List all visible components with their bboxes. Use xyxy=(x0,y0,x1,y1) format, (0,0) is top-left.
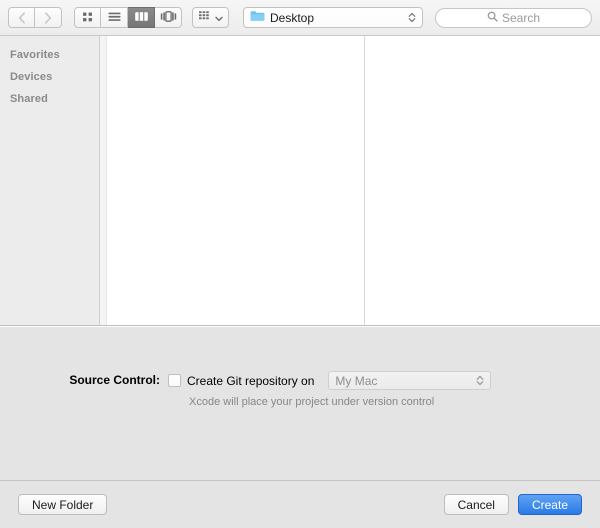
new-folder-button[interactable]: New Folder xyxy=(18,494,108,515)
browser-column-2[interactable] xyxy=(365,36,600,325)
chevron-left-icon xyxy=(18,11,26,24)
location-popup-value: Desktop xyxy=(270,10,315,25)
view-mode-gallery-button[interactable] xyxy=(155,7,182,28)
forward-button[interactable] xyxy=(35,7,62,28)
sidebar-section-favorites: Favorites xyxy=(10,49,60,61)
git-location-popup-button[interactable]: My Mac xyxy=(328,371,492,390)
browser-column-1[interactable] xyxy=(100,36,365,325)
column-icon xyxy=(134,10,149,26)
toolbar: Desktop Search xyxy=(0,0,600,36)
chevron-down-icon xyxy=(215,11,223,25)
navigation-buttons xyxy=(8,7,62,28)
source-control-row: Source Control: Create Git repository on… xyxy=(0,371,600,408)
create-git-repository-label: Create Git repository on xyxy=(187,373,315,388)
accessory-panel: Source Control: Create Git repository on… xyxy=(0,326,600,480)
location-popup-stepper-icon xyxy=(408,12,416,23)
column-view xyxy=(100,36,600,325)
bottom-bar: New Folder Cancel Create xyxy=(0,480,600,528)
source-control-controls: Create Git repository on My Mac Xcode wi… xyxy=(168,371,600,408)
git-location-popup-value: My Mac xyxy=(335,373,378,388)
sidebar-section-shared: Shared xyxy=(10,93,48,105)
arrange-grid-icon xyxy=(198,10,212,25)
view-mode-buttons xyxy=(74,7,182,28)
view-mode-list-button[interactable] xyxy=(101,7,128,28)
git-repo-line: Create Git repository on My Mac xyxy=(168,371,600,390)
folder-icon xyxy=(250,10,265,25)
sidebar: Favorites Devices Shared xyxy=(0,36,100,325)
view-mode-column-button[interactable] xyxy=(128,7,155,28)
column-1-scrollbar[interactable] xyxy=(100,36,107,325)
create-button[interactable]: Create xyxy=(517,494,582,515)
chevron-right-icon xyxy=(44,11,52,24)
source-control-hint: Xcode will place your project under vers… xyxy=(189,396,435,408)
create-git-repository-checkbox[interactable] xyxy=(168,374,181,387)
search-field[interactable]: Search xyxy=(435,7,592,28)
list-icon xyxy=(107,10,122,26)
arrange-by-button[interactable] xyxy=(192,7,229,28)
git-location-stepper-icon xyxy=(476,375,484,386)
grid-icon xyxy=(81,10,94,26)
view-mode-icon-button[interactable] xyxy=(74,7,101,28)
source-control-label: Source Control: xyxy=(69,373,160,387)
gallery-icon xyxy=(160,10,177,26)
cancel-button[interactable]: Cancel xyxy=(443,494,509,515)
sidebar-section-devices: Devices xyxy=(10,71,53,83)
save-panel-dialog: Desktop Search Favorites Devices Shared … xyxy=(0,0,600,528)
search-input-placeholder: Search xyxy=(501,10,541,25)
search-icon xyxy=(487,11,498,25)
bottom-bar-actions: Cancel Create xyxy=(443,494,582,515)
back-button[interactable] xyxy=(8,7,35,28)
file-browser: Favorites Devices Shared xyxy=(0,36,600,326)
location-popup-button[interactable]: Desktop xyxy=(243,7,423,28)
